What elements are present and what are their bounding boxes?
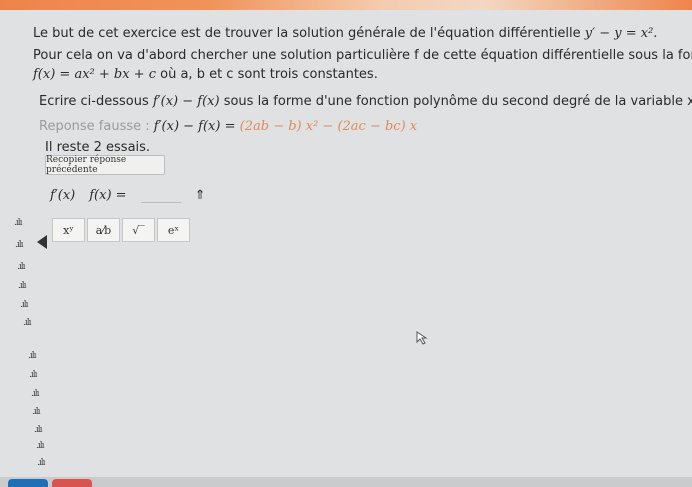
answer-prefix-derivative: f′(x) [50, 187, 76, 203]
exp-key-button[interactable]: eˣ [157, 218, 190, 242]
signal-icon: .ılı [17, 262, 25, 272]
signal-icon: .ılı [31, 389, 39, 399]
power-key-button[interactable]: xʸ [52, 218, 85, 242]
answer-input-field[interactable] [140, 188, 181, 203]
signal-icon: .ılı [20, 300, 28, 310]
math-keyboard: xʸ a⁄b √‾ eˣ [52, 218, 190, 242]
signal-icon: .ılı [37, 458, 45, 468]
copy-previous-answer-button[interactable]: Recopier réponse précédente [45, 155, 165, 175]
signal-icon: .ılı [29, 370, 37, 380]
sqrt-key-button[interactable]: √‾ [122, 218, 155, 242]
exercise-line2: Pour cela on va d'abord chercher une sol… [33, 48, 692, 63]
mouse-cursor-icon [416, 331, 428, 345]
signal-icon: .ılı [32, 407, 40, 417]
taskbar-app-icon[interactable] [8, 479, 48, 487]
exp-icon: eˣ [167, 223, 180, 237]
fraction-icon: a⁄b [95, 223, 112, 237]
signal-icon: .ılı [18, 281, 26, 291]
feedback-line: Reponse fausse : f′(x) − f(x) = (2ab − b… [39, 119, 418, 134]
answer-prefix-function: f(x) = [89, 187, 127, 203]
instruction-line: Ecrire ci-dessous f′(x) − f(x) sous la f… [39, 94, 692, 109]
fraction-key-button[interactable]: a⁄b [87, 218, 120, 242]
signal-icon: .ılı [34, 425, 42, 435]
signal-icon: .ılı [23, 318, 31, 328]
answer-input-row: f′(x) f(x) = ⇑ [50, 186, 205, 204]
taskbar [0, 477, 692, 487]
taskbar-app-icon[interactable] [52, 479, 92, 487]
signal-icon: .ılı [15, 240, 23, 250]
top-banner [0, 0, 692, 10]
signal-icon: .ılı [28, 351, 36, 361]
signal-icon: .ılı [36, 441, 44, 451]
sqrt-icon: √‾ [132, 223, 145, 237]
expand-up-icon[interactable]: ⇑ [195, 188, 206, 203]
signal-icon: .ılı [14, 218, 22, 228]
power-icon: xʸ [63, 223, 74, 237]
exercise-line1: Le but de cet exercice est de trouver la… [33, 26, 658, 41]
exercise-line3: f(x) = ax² + bx + c où a, b et c sont tr… [33, 67, 378, 82]
left-arrow-icon[interactable] [37, 235, 47, 249]
attempts-text: Il reste 2 essais. [45, 140, 151, 155]
